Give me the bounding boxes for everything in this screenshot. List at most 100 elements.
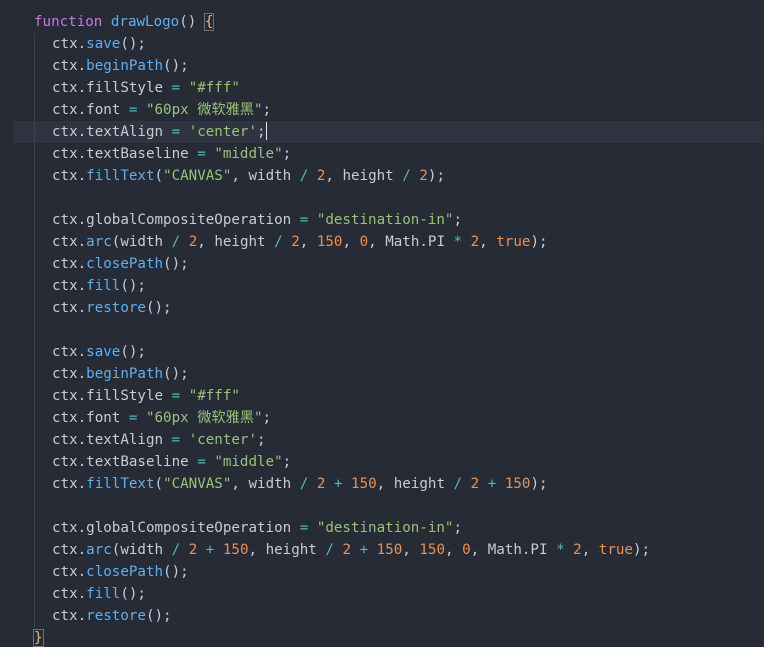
- code-token: ctx.globalCompositeOperation: [52, 520, 300, 536]
- code-token: /: [299, 476, 309, 492]
- code-token: );: [632, 542, 651, 558]
- code-editor[interactable]: function drawLogo() {ctx.save(); ctx.begi…: [0, 0, 764, 647]
- code-token: "CANVAS": [163, 476, 232, 492]
- code-line[interactable]: ctx.restore();: [0, 605, 764, 627]
- indent-guide: [34, 363, 35, 385]
- code-line[interactable]: }: [0, 627, 764, 647]
- code-token: 150: [504, 476, 531, 492]
- code-line[interactable]: ctx.fill();: [0, 275, 764, 297]
- code-line[interactable]: function drawLogo() {: [0, 11, 764, 33]
- code-line[interactable]: ctx.globalCompositeOperation = "destinat…: [0, 209, 764, 231]
- code-token: fill: [86, 586, 121, 602]
- code-line[interactable]: ctx.beginPath();: [0, 363, 764, 385]
- code-token: , Math.PI: [368, 234, 454, 250]
- indent-guide: [34, 451, 35, 473]
- code-line[interactable]: ctx.fillText("CANVAS", width / 2 + 150, …: [0, 473, 764, 495]
- code-token: beginPath: [86, 58, 164, 74]
- code-line[interactable]: ctx.textBaseline = "middle";: [0, 143, 764, 165]
- code-line[interactable]: [0, 495, 764, 517]
- code-line[interactable]: ctx.closePath();: [0, 253, 764, 275]
- code-line[interactable]: ctx.textAlign = 'center';: [14, 121, 764, 143]
- code-token: ,: [445, 542, 463, 558]
- indent-guide: [34, 33, 35, 55]
- indent-guide: [34, 55, 35, 77]
- indent-guide: [34, 143, 35, 165]
- code-line[interactable]: ctx.fillText("CANVAS", width / 2 , height…: [0, 165, 764, 187]
- code-token: ctx.fillStyle: [52, 80, 172, 96]
- code-token: 150: [376, 542, 403, 558]
- code-token: 0: [462, 542, 471, 558]
- code-line[interactable]: ctx.restore();: [0, 297, 764, 319]
- code-token: ,: [342, 234, 360, 250]
- code-line[interactable]: ctx.textAlign = 'center';: [0, 429, 764, 451]
- code-token: ctx.: [52, 300, 87, 316]
- indent-guide: [34, 583, 35, 605]
- code-token: =: [171, 432, 181, 448]
- code-token: ,: [299, 234, 317, 250]
- code-token: );: [530, 476, 548, 492]
- code-token: ();: [120, 586, 146, 602]
- code-token: =: [197, 146, 206, 162]
- indent-guide: [34, 429, 35, 451]
- code-token: ctx.font: [52, 102, 129, 118]
- code-line[interactable]: ctx.fillStyle = "#fff": [0, 77, 764, 99]
- code-token: ctx.textBaseline: [52, 146, 198, 162]
- code-line[interactable]: ctx.globalCompositeOperation = "destinat…: [0, 517, 764, 539]
- code-line[interactable]: ctx.save();: [0, 33, 764, 55]
- code-line[interactable]: ctx.closePath();: [0, 561, 764, 583]
- code-token: ();: [145, 300, 172, 316]
- code-token: "destination-in": [316, 212, 454, 228]
- code-token: ();: [145, 608, 172, 624]
- code-token: *: [556, 542, 565, 558]
- code-line[interactable]: ctx.font = "60px 微软雅黑";: [0, 407, 764, 429]
- code-token: , height: [325, 168, 403, 184]
- code-token: 2: [419, 168, 428, 184]
- code-token: (): [179, 14, 205, 30]
- code-lines[interactable]: function drawLogo() {ctx.save(); ctx.begi…: [0, 11, 764, 647]
- code-line[interactable]: ctx.fillStyle = "#fff": [0, 385, 764, 407]
- code-token: function: [34, 14, 111, 30]
- indent-guide: [34, 121, 35, 143]
- code-token: ctx.: [52, 36, 87, 52]
- code-line[interactable]: ctx.arc(width / 2, height / 2, 150, 0, M…: [0, 231, 764, 253]
- code-token: /: [274, 234, 283, 250]
- code-token: (: [154, 168, 164, 184]
- code-token: 2: [291, 234, 300, 250]
- code-token: 150: [222, 542, 249, 558]
- code-token: ctx.: [52, 366, 87, 382]
- code-token: "#fff": [188, 388, 240, 404]
- code-line[interactable]: ctx.fill();: [0, 583, 764, 605]
- code-token: arc: [86, 542, 112, 558]
- indent-guide: [34, 605, 35, 627]
- code-token: (width: [111, 542, 172, 558]
- code-token: restore: [86, 608, 146, 624]
- code-token: =: [171, 124, 181, 140]
- code-token: ctx.: [52, 234, 87, 250]
- code-line[interactable]: ctx.textBaseline = "middle";: [0, 451, 764, 473]
- code-token: ;: [282, 454, 292, 470]
- code-token: 150: [316, 234, 343, 250]
- indent-guide: [34, 319, 35, 341]
- code-line[interactable]: ctx.arc(width / 2 + 150, height / 2 + 15…: [0, 539, 764, 561]
- code-token: /: [402, 168, 411, 184]
- code-token: beginPath: [86, 366, 164, 382]
- code-token: ();: [163, 58, 189, 74]
- code-token: {: [203, 13, 215, 31]
- indent-guide: [34, 77, 35, 99]
- code-token: +: [487, 476, 497, 492]
- code-line[interactable]: ctx.font = "60px 微软雅黑";: [0, 99, 764, 121]
- code-token: arc: [86, 234, 112, 250]
- indent-guide: [34, 473, 35, 495]
- indent-guide: [34, 385, 35, 407]
- code-token: , width: [231, 168, 300, 184]
- code-line[interactable]: [0, 187, 764, 209]
- code-line[interactable]: ctx.beginPath();: [0, 55, 764, 77]
- code-line[interactable]: [0, 319, 764, 341]
- code-line[interactable]: ctx.save();: [0, 341, 764, 363]
